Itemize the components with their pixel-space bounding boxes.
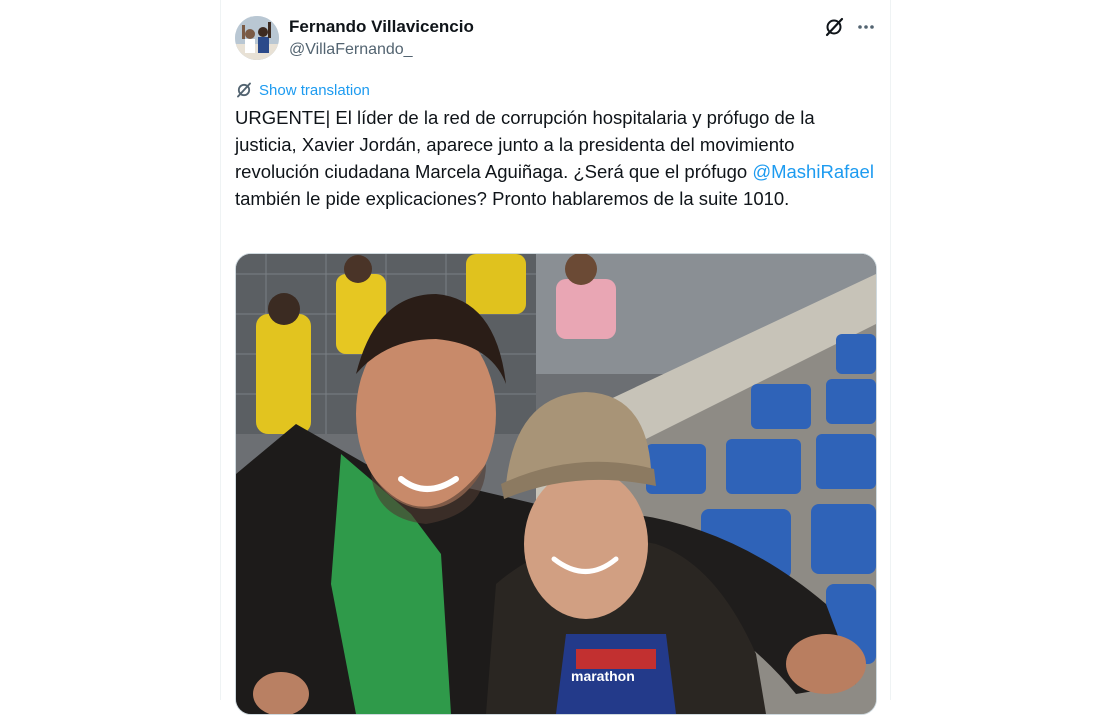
more-icon[interactable] xyxy=(855,16,877,38)
grok-icon[interactable] xyxy=(823,16,845,38)
tweet-text: URGENTE| El líder de la red de corrupció… xyxy=(235,104,875,212)
tweet-photo[interactable]: marathon xyxy=(235,253,877,715)
tweet: Fernando Villavicencio @VillaFernando_ S… xyxy=(235,0,877,715)
show-translation-link[interactable]: Show translation xyxy=(235,80,370,100)
timeline-right-border xyxy=(890,0,891,700)
tweet-text-part: URGENTE| El líder de la red de corrupció… xyxy=(235,107,815,182)
translate-icon xyxy=(237,82,251,98)
show-translation-label: Show translation xyxy=(259,81,370,99)
avatar-image xyxy=(235,16,279,60)
author-handle[interactable]: @VillaFernando_ xyxy=(289,41,413,59)
mention-link[interactable]: @MashiRafael xyxy=(752,161,874,182)
tweet-photo-image: marathon xyxy=(236,254,876,714)
shirt-print: marathon xyxy=(571,668,635,684)
avatar[interactable] xyxy=(235,16,279,60)
timeline-left-border xyxy=(220,0,221,700)
author-name[interactable]: Fernando Villavicencio xyxy=(289,17,474,37)
tweet-text-part: también le pide explicaciones? Pronto ha… xyxy=(235,188,790,209)
